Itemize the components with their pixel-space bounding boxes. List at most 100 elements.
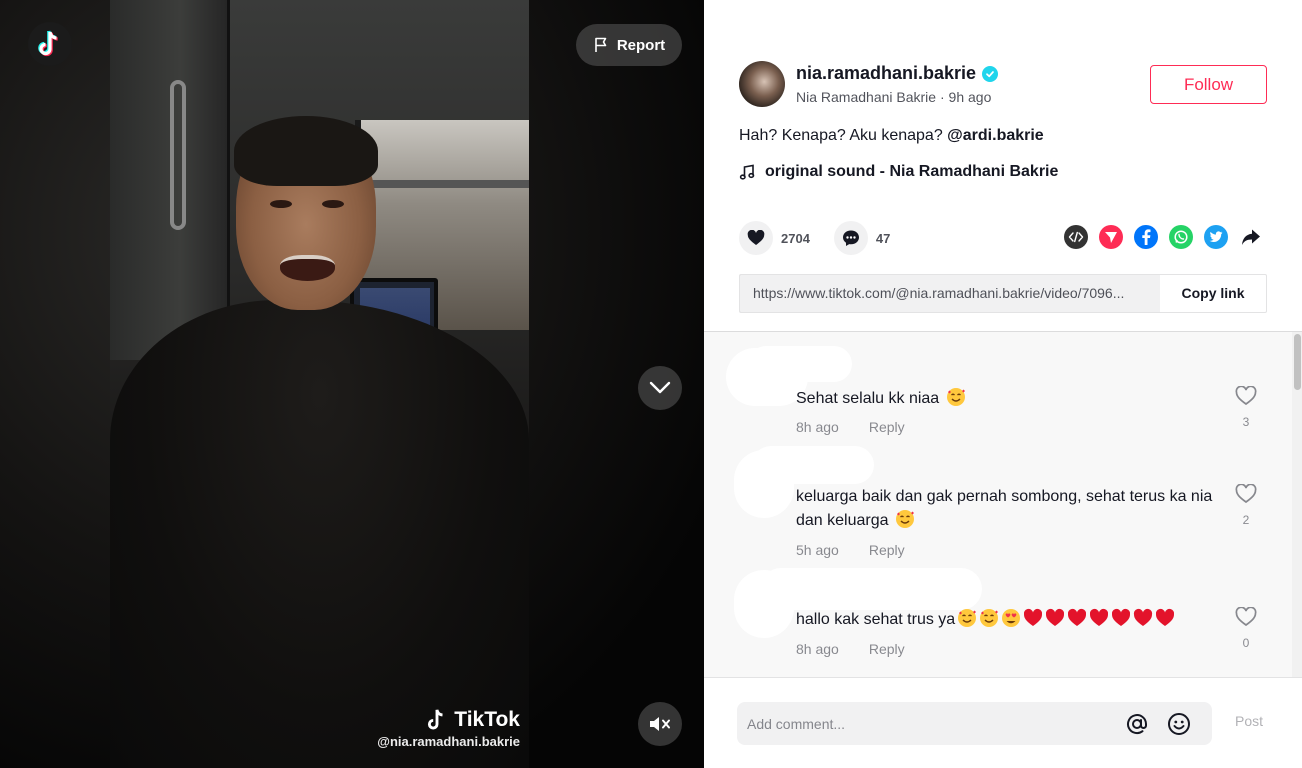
copy-link-row: https://www.tiktok.com/@nia.ramadhani.ba… bbox=[739, 274, 1267, 313]
report-button[interactable]: Report bbox=[576, 24, 682, 66]
red-heart-emoji-icon bbox=[1156, 608, 1175, 626]
report-label: Report bbox=[616, 36, 666, 54]
music-note-icon bbox=[739, 164, 755, 180]
video-watermark: TikTok @nia.ramadhani.bakrie bbox=[366, 708, 520, 749]
avatar[interactable] bbox=[739, 61, 785, 107]
comment-username-blur bbox=[752, 446, 874, 484]
comment-count: 47 bbox=[875, 230, 891, 246]
author-row: nia.ramadhani.bakrie Nia Ramadhani Bakri… bbox=[739, 61, 1267, 107]
comment-button[interactable]: 47 bbox=[833, 221, 891, 255]
post-comment-button[interactable]: Post bbox=[1235, 713, 1263, 729]
tiktok-watermark-icon bbox=[428, 709, 443, 730]
video-info-panel: nia.ramadhani.bakrie Nia Ramadhani Bakri… bbox=[704, 0, 1302, 768]
copy-link-button[interactable]: Copy link bbox=[1160, 275, 1266, 312]
chevron-down-icon bbox=[649, 381, 671, 394]
sound-title: original sound - Nia Ramadhani Bakrie bbox=[765, 163, 1059, 180]
comment-body: keluarga baik dan gak pernah sombong, se… bbox=[796, 488, 1213, 529]
author-username[interactable]: nia.ramadhani.bakrie bbox=[796, 63, 976, 84]
reply-button[interactable]: Reply bbox=[869, 641, 905, 657]
video-scene-mouth bbox=[280, 255, 335, 281]
watermark-brand: TikTok bbox=[454, 708, 520, 731]
video-link-field[interactable]: https://www.tiktok.com/@nia.ramadhani.ba… bbox=[740, 275, 1160, 312]
video-scene-person-hair bbox=[234, 116, 378, 186]
comment-input-box[interactable] bbox=[737, 702, 1212, 745]
next-video-button[interactable] bbox=[638, 366, 682, 410]
scrollbar-thumb[interactable] bbox=[1294, 334, 1301, 390]
subline-separator: · bbox=[939, 89, 949, 105]
smiling-hearts-emoji-icon bbox=[895, 510, 914, 528]
reply-button[interactable]: Reply bbox=[869, 542, 905, 558]
comment-bubble-icon bbox=[842, 230, 859, 246]
like-count: 2704 bbox=[781, 230, 810, 246]
share-icons bbox=[1064, 225, 1263, 249]
list-item: Sehat selalu kk niaa 8h ago Reply 3 bbox=[704, 332, 1292, 442]
comment-time: 5h ago bbox=[796, 542, 839, 558]
comment-body: Sehat selalu kk niaa bbox=[796, 390, 940, 407]
red-heart-emoji-icon bbox=[1112, 608, 1131, 626]
comment-input[interactable] bbox=[747, 702, 1117, 745]
video-player[interactable]: Report TikTok @nia.ramadhani.bakrie bbox=[0, 0, 704, 768]
video-scene-person-body bbox=[110, 300, 529, 768]
comment-time: 8h ago bbox=[796, 641, 839, 657]
list-item: hallo kak sehat trus ya 8h ago Reply 0 bbox=[704, 566, 1292, 677]
red-heart-emoji-icon bbox=[1068, 608, 1087, 626]
comment-like-count: 0 bbox=[1242, 636, 1250, 650]
video-scene-door-handle bbox=[170, 80, 186, 230]
comment-like-count: 2 bbox=[1242, 513, 1250, 527]
comment-meta: 5h ago Reply bbox=[796, 542, 905, 558]
red-heart-emoji-icon bbox=[1024, 608, 1043, 626]
comment-username-blur bbox=[760, 568, 982, 610]
comment-text: Sehat selalu kk niaa bbox=[796, 387, 1216, 411]
verified-badge-icon bbox=[982, 65, 999, 82]
muted-speaker-icon bbox=[650, 717, 670, 731]
author-display-name[interactable]: Nia Ramadhani Bakrie bbox=[796, 89, 936, 105]
comments-list[interactable]: Sehat selalu kk niaa 8h ago Reply 3 kelu… bbox=[704, 331, 1302, 677]
video-scene-eye-right bbox=[322, 200, 344, 208]
heart-outline-icon bbox=[1235, 606, 1257, 627]
comment-time: 8h ago bbox=[796, 419, 839, 435]
facebook-icon[interactable] bbox=[1134, 225, 1158, 249]
comment-like-button[interactable]: 0 bbox=[1232, 606, 1260, 650]
emoji-icon[interactable] bbox=[1167, 712, 1191, 736]
mute-button[interactable] bbox=[638, 702, 682, 746]
embed-icon[interactable] bbox=[1064, 225, 1088, 249]
comment-like-button[interactable]: 3 bbox=[1232, 385, 1260, 429]
video-caption: Hah? Kenapa? Aku kenapa? @ardi.bakrie bbox=[739, 127, 1044, 145]
video-scene-eye-left bbox=[270, 200, 292, 208]
caption-text: Hah? Kenapa? Aku kenapa? bbox=[739, 127, 948, 144]
comments-scrollbar[interactable] bbox=[1292, 332, 1302, 677]
red-heart-emoji-icon bbox=[1090, 608, 1109, 626]
engagement-stats: 2704 47 bbox=[739, 221, 914, 255]
smiling-hearts-emoji-icon bbox=[980, 609, 999, 627]
like-button[interactable]: 2704 bbox=[739, 221, 810, 255]
comment-like-count: 3 bbox=[1242, 415, 1250, 429]
video-frame[interactable] bbox=[110, 0, 529, 768]
red-heart-emoji-icon bbox=[1046, 608, 1065, 626]
comment-meta: 8h ago Reply bbox=[796, 419, 905, 435]
list-item: keluarga baik dan gak pernah sombong, se… bbox=[704, 442, 1292, 566]
red-heart-emoji-icon bbox=[1134, 608, 1153, 626]
send-to-friends-icon[interactable] bbox=[1099, 225, 1123, 249]
comment-body: hallo kak sehat trus ya bbox=[796, 611, 956, 628]
flag-icon bbox=[595, 37, 607, 52]
comment-like-button[interactable]: 2 bbox=[1232, 483, 1260, 527]
reply-button[interactable]: Reply bbox=[869, 419, 905, 435]
whatsapp-icon[interactable] bbox=[1169, 225, 1193, 249]
smiling-hearts-emoji-icon bbox=[958, 609, 977, 627]
comment-username-blur bbox=[748, 346, 852, 382]
caption-mention[interactable]: @ardi.bakrie bbox=[947, 127, 1044, 144]
tiktok-logo-icon[interactable] bbox=[28, 22, 72, 66]
smiling-hearts-emoji-icon bbox=[946, 388, 965, 406]
mention-at-icon[interactable] bbox=[1125, 712, 1149, 736]
comment-composer: Post bbox=[704, 677, 1302, 768]
comment-text: keluarga baik dan gak pernah sombong, se… bbox=[796, 485, 1216, 533]
share-arrow-icon[interactable] bbox=[1239, 225, 1263, 249]
author-subline: Nia Ramadhani Bakrie · 9h ago bbox=[796, 89, 991, 105]
comment-text: hallo kak sehat trus ya bbox=[796, 608, 1226, 632]
follow-button[interactable]: Follow bbox=[1150, 65, 1267, 104]
video-scene-shelf bbox=[355, 180, 529, 188]
watermark-handle: @nia.ramadhani.bakrie bbox=[377, 734, 520, 749]
twitter-icon[interactable] bbox=[1204, 225, 1228, 249]
sound-link[interactable]: original sound - Nia Ramadhani Bakrie bbox=[739, 163, 1058, 181]
comment-meta: 8h ago Reply bbox=[796, 641, 905, 657]
